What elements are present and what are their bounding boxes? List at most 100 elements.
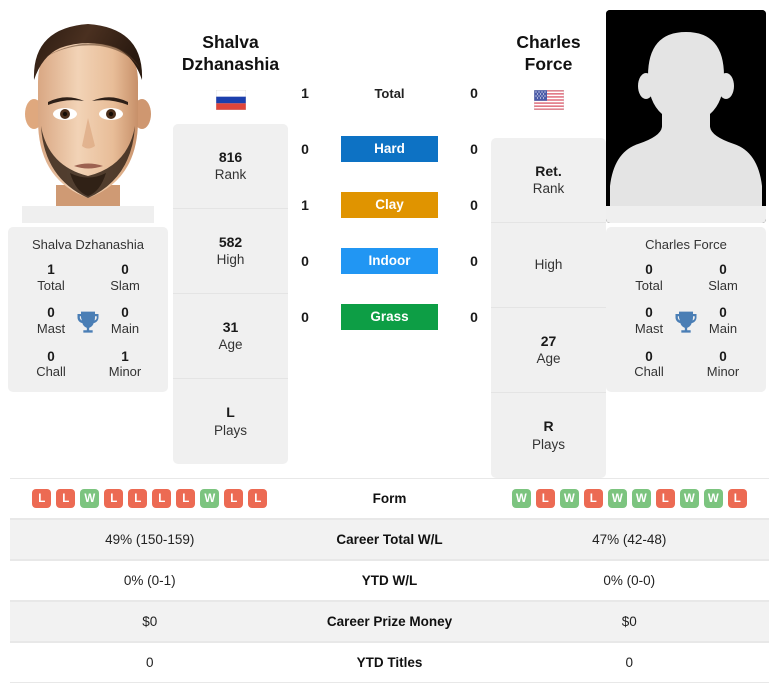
form-badge[interactable]: W [200,489,220,508]
left-player-flag-wrapper [173,89,288,110]
left-form-badges: LLWLLLLWLL [32,489,268,508]
trophy-icon [672,308,700,336]
right-player-name-line2: Force [524,53,573,74]
comparison-row: 0 YTD Titles 0 [10,642,769,683]
left-ytd_titles-value: 0 [145,655,154,670]
form-badge[interactable]: W [703,489,723,508]
right-rank-value: Ret. [535,162,562,179]
h2h-label-wrapper: Grass [322,304,457,330]
form-badge[interactable]: L [152,489,172,508]
left-age-label: Age [218,337,243,353]
form-badge[interactable]: L [104,489,124,508]
surface-badge-hard[interactable]: Hard [341,136,438,162]
right-titles-chall-label: Chall [634,364,664,380]
left-high-cell: 582 High [173,209,288,294]
form-badge[interactable]: W [511,489,531,508]
h2h-left-count: 0 [301,141,309,157]
right-plays-value: R [543,418,554,435]
form-badge[interactable]: L [176,489,196,508]
comparison-row: L L W L L L L W L L Form W L W L W W L W W L [10,478,769,519]
form-badge[interactable]: L [535,489,555,508]
form-badge[interactable]: W [80,489,100,508]
h2h-right-count: 0 [470,253,478,269]
right-titles-minor-value: 0 [719,348,727,364]
right-age-label: Age [536,351,561,367]
right-career_total_wl-value: 47% (42-48) [592,532,667,547]
comparison-table: L L W L L L L W L L Form W L W L W W L W W L 49% (150-159) Car… [0,478,779,683]
left-titles-minor-value: 1 [121,348,129,364]
right-career_prize_money-value: $0 [621,614,637,629]
form-badge[interactable]: L [248,489,268,508]
form-badge[interactable]: L [655,489,675,508]
h2h-right-count: 0 [470,309,478,325]
right-titles-minor: 0 Minor [686,349,760,380]
right-titles-chall-value: 0 [645,348,653,364]
left-titles-minor-label: Minor [108,364,142,380]
left-high-label: High [216,252,245,268]
left-ytd_titles-cell: 0 [10,655,290,670]
left-plays-cell: L Plays [173,379,288,464]
left-titles-chall: 0 Chall [14,349,88,380]
trophy-icon-glyph [77,311,99,333]
form-badge[interactable]: W [631,489,651,508]
form-badge[interactable]: W [679,489,699,508]
top-section: Shalva Dzhanashia 1 Total 0 Slam 0 Mast [0,0,779,478]
comparison-row-label: Career Total W/L [336,532,443,547]
right-high-cell: High [491,223,606,308]
right-titles-slam-label: Slam [708,277,738,293]
right-player-photo[interactable] [606,10,766,223]
right-ytd_wl-value: 0% (0-0) [603,573,656,588]
comparison-row-label: YTD W/L [361,573,418,588]
left-titles-slam-label: Slam [110,277,140,293]
form-badge[interactable]: W [559,489,579,508]
h2h-label-wrapper: Hard [322,136,457,162]
form-badge[interactable]: L [32,489,52,508]
left-career_total_wl-cell: 49% (150-159) [10,532,290,547]
right-player-name-label: Charles Force [645,237,727,252]
form-badge[interactable]: L [583,489,603,508]
left-player-name-column: Shalva Dzhanashia 816 Rank 582 High 31 A… [173,10,288,464]
player-comparison-page: Shalva Dzhanashia 1 Total 0 Slam 0 Mast [0,0,779,699]
surface-badge-clay[interactable]: Clay [341,192,438,218]
left-ytd_wl-cell: 0% (0-1) [10,573,290,588]
h2h-right-count: 0 [470,85,478,101]
h2h-right-count: 0 [470,197,478,213]
right-player-rank-card: Ret. Rank High 27 Age R Plays [491,137,606,478]
right-form-cell: WLWLWWLWWL [490,489,770,508]
h2h-row-total: 1 Total 0 [288,65,491,121]
right-player-titles-card: Charles Force 0 Total 0 Slam 0 Mast 0 Ma… [606,227,766,392]
right-player-name-column: Charles Force Ret. Rank High 27 Age R Pl… [491,10,606,478]
left-titles-minor: 1 Minor [88,349,162,380]
form-badge[interactable]: L [224,489,244,508]
surface-badge-indoor[interactable]: Indoor [341,248,438,274]
form-badge[interactable]: L [56,489,76,508]
left-plays-value: L [226,404,235,421]
form-badge[interactable]: L [727,489,747,508]
player-portrait-photo-icon [8,10,168,223]
right-player-name-heading: Charles Force [491,32,606,76]
left-rank-cell: 816 Rank [173,124,288,209]
surface-badge-grass[interactable]: Grass [341,304,438,330]
left-titles-total: 1 Total [14,262,88,293]
right-form-badges: WLWLWWLWWL [511,489,747,508]
comparison-row-label: Career Prize Money [326,614,453,629]
right-plays-cell: R Plays [491,393,606,478]
left-player-photo[interactable] [8,10,168,223]
left-rank-value: 816 [218,148,243,165]
form-badge[interactable]: W [607,489,627,508]
h2h-row-clay: 1 Clay 0 [288,177,491,233]
h2h-left-count: 1 [301,85,309,101]
form-badge[interactable]: L [128,489,148,508]
left-ytd_wl-value: 0% (0-1) [123,573,176,588]
right-player-photo-column: Charles Force 0 Total 0 Slam 0 Mast 0 Ma… [606,10,771,392]
left-titles-total-label: Total [37,277,65,293]
left-titles-chall-value: 0 [47,348,55,364]
right-rank-cell: Ret. Rank [491,138,606,223]
trophy-icon-glyph [675,311,697,333]
right-player-flag-wrapper [491,89,606,110]
right-rank-label: Rank [532,181,565,197]
comparison-row: 49% (150-159) Career Total W/L 47% (42-48) [10,519,769,560]
right-age-value: 27 [540,332,557,349]
h2h-label-wrapper: Total [322,86,457,101]
left-age-value: 31 [222,318,239,335]
